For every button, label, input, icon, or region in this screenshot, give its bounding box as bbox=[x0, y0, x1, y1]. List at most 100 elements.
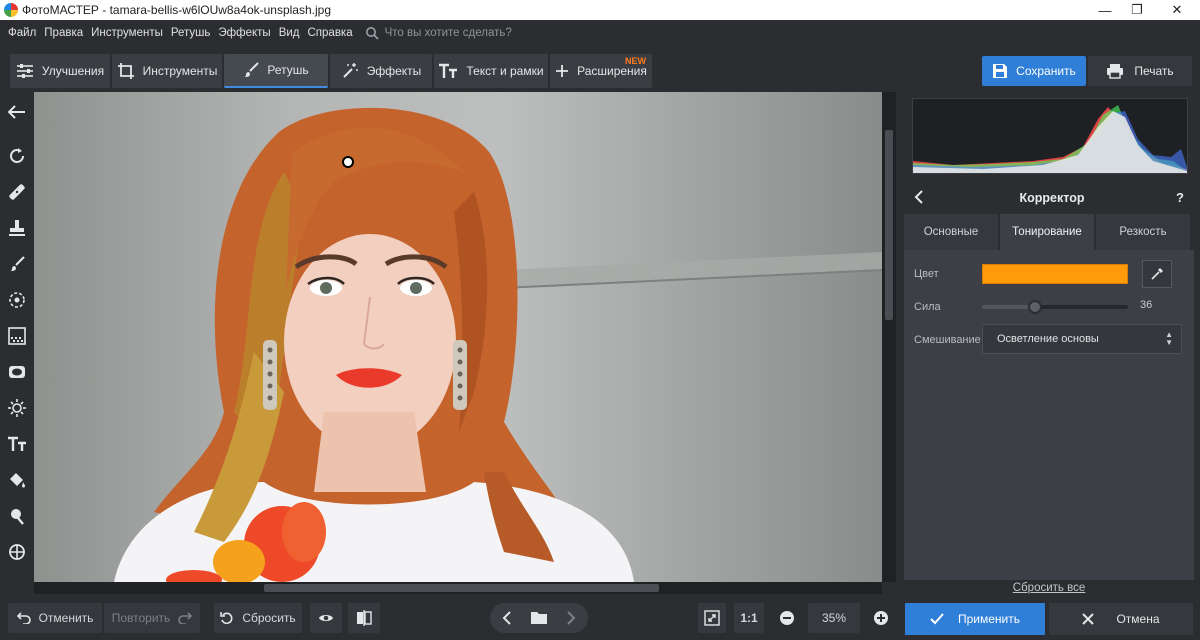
subtab-basic[interactable]: Основные bbox=[904, 214, 998, 250]
toning-settings: Цвет Сила 36 Смешивание Осветление основ… bbox=[904, 250, 1194, 580]
menu-view[interactable]: Вид bbox=[279, 27, 300, 39]
tab-label: Инструменты bbox=[142, 64, 218, 78]
menu-edit[interactable]: Правка bbox=[44, 27, 83, 39]
tab-extensions[interactable]: Расширения NEW bbox=[550, 54, 652, 88]
redo-button[interactable]: Повторить bbox=[104, 603, 200, 633]
tab-label: Расширения bbox=[577, 64, 647, 78]
zoom-actual-button[interactable]: 1:1 bbox=[734, 603, 764, 633]
vertical-scrollbar[interactable] bbox=[882, 92, 896, 582]
light-tool[interactable] bbox=[5, 396, 29, 420]
earring-left bbox=[263, 340, 277, 410]
chevron-right-icon[interactable] bbox=[566, 611, 576, 625]
strength-slider-knob[interactable] bbox=[1027, 300, 1042, 314]
zoom-level[interactable]: 35% bbox=[808, 603, 860, 633]
tab-label: Эффекты bbox=[366, 64, 422, 78]
menu-effects[interactable]: Эффекты bbox=[218, 27, 270, 39]
radial-tool[interactable] bbox=[5, 288, 29, 312]
vertical-scroll-thumb[interactable] bbox=[885, 130, 893, 320]
rotate-icon bbox=[10, 148, 24, 163]
gradient-tool[interactable] bbox=[5, 324, 29, 348]
zoom-out-button[interactable] bbox=[772, 603, 802, 633]
dodge-icon bbox=[11, 509, 24, 525]
undo-button[interactable]: Отменить bbox=[8, 603, 102, 633]
back-chevron-icon[interactable] bbox=[914, 190, 924, 204]
fit-to-screen-button[interactable] bbox=[698, 603, 726, 633]
cancel-button[interactable]: Отмена bbox=[1049, 603, 1193, 635]
horizontal-scroll-thumb[interactable] bbox=[264, 584, 659, 592]
folder-icon[interactable] bbox=[530, 611, 548, 625]
portrait-photo bbox=[114, 107, 882, 582]
crosshair-tool[interactable] bbox=[5, 540, 29, 564]
tab-tools[interactable]: Инструменты bbox=[112, 54, 222, 88]
horizontal-scrollbar[interactable] bbox=[34, 582, 882, 594]
photo-canvas[interactable] bbox=[34, 92, 882, 582]
tab-effects[interactable]: Эффекты bbox=[330, 54, 432, 88]
reset-icon bbox=[220, 612, 233, 625]
title-bar: ФотоМАСТЕР - tamara-bellis-w6lOUw8a4ok-u… bbox=[0, 0, 1200, 20]
tab-text-frames[interactable]: Текст и рамки bbox=[434, 54, 548, 88]
text-tool[interactable] bbox=[5, 432, 29, 456]
back-button[interactable] bbox=[5, 100, 29, 124]
color-swatch[interactable] bbox=[982, 264, 1128, 284]
rotate-tool[interactable] bbox=[5, 144, 29, 168]
subtab-sharpness[interactable]: Резкость bbox=[1096, 214, 1190, 250]
menu-file[interactable]: Файл bbox=[8, 27, 36, 39]
corrector-header: Корректор ? bbox=[904, 184, 1200, 212]
menu-bar: Файл Правка Инструменты Ретушь Эффекты В… bbox=[0, 20, 1200, 46]
subtab-toning[interactable]: Тонирование bbox=[1000, 214, 1094, 250]
gradient-icon bbox=[8, 327, 26, 345]
preview-toggle-button[interactable] bbox=[310, 603, 342, 633]
zoom-in-button[interactable] bbox=[866, 603, 896, 633]
reset-all-link[interactable]: Сбросить все bbox=[904, 582, 1194, 594]
vignette-icon bbox=[9, 366, 25, 378]
text-icon bbox=[439, 63, 458, 78]
strength-slider[interactable] bbox=[982, 300, 1128, 314]
earring-right bbox=[453, 340, 467, 410]
app-logo-icon bbox=[4, 3, 18, 17]
plus-icon bbox=[556, 65, 569, 77]
tab-retouch[interactable]: Ретушь bbox=[224, 54, 328, 88]
save-button[interactable]: Сохранить bbox=[982, 56, 1086, 86]
help-button[interactable]: ? bbox=[1176, 190, 1184, 205]
healing-tool[interactable] bbox=[5, 180, 29, 204]
reset-button[interactable]: Сбросить bbox=[214, 603, 302, 633]
print-button[interactable]: Печать bbox=[1088, 56, 1192, 86]
strength-slider-fill bbox=[982, 305, 1035, 309]
eyedropper-icon bbox=[1151, 268, 1163, 280]
search-placeholder: Что вы хотите сделать? bbox=[384, 27, 512, 39]
blend-mode-value: Осветление основы bbox=[997, 333, 1099, 345]
cancel-label: Отмена bbox=[1116, 612, 1160, 626]
close-window-button[interactable]: ✕ bbox=[1154, 0, 1200, 20]
tab-enhancements[interactable]: Улучшения bbox=[10, 54, 110, 88]
eyedropper-button[interactable] bbox=[1142, 260, 1172, 288]
menu-help[interactable]: Справка bbox=[308, 27, 353, 39]
select-arrows-icon: ▲ ▼ bbox=[1165, 330, 1173, 347]
magic-wand-icon bbox=[343, 63, 358, 78]
dodge-tool[interactable] bbox=[5, 504, 29, 528]
chevron-left-icon[interactable] bbox=[502, 611, 512, 625]
back-arrow-icon bbox=[8, 105, 25, 119]
floppy-disk-icon bbox=[993, 64, 1008, 78]
blend-mode-select[interactable]: Осветление основы ▲ ▼ bbox=[982, 324, 1182, 354]
menu-tools[interactable]: Инструменты bbox=[91, 27, 163, 39]
brush-tool[interactable] bbox=[5, 252, 29, 276]
apply-button[interactable]: Применить bbox=[905, 603, 1045, 635]
stamp-icon bbox=[9, 220, 25, 236]
fill-tool[interactable] bbox=[5, 468, 29, 492]
save-label: Сохранить bbox=[1016, 64, 1076, 78]
eye-icon bbox=[319, 615, 333, 621]
blend-label: Смешивание bbox=[914, 334, 981, 346]
crop-icon bbox=[117, 63, 134, 79]
compare-button[interactable] bbox=[348, 603, 380, 633]
fill-bucket-icon bbox=[10, 473, 25, 488]
new-badge: NEW bbox=[625, 56, 646, 66]
strength-label: Сила bbox=[914, 301, 941, 313]
reset-label: Сбросить bbox=[242, 611, 296, 625]
undo-icon bbox=[16, 612, 31, 624]
stamp-tool[interactable] bbox=[5, 216, 29, 240]
command-search[interactable]: Что вы хотите сделать? bbox=[365, 26, 512, 40]
brush-tool-icon bbox=[10, 256, 25, 271]
minus-circle-icon bbox=[780, 611, 794, 625]
vignette-tool[interactable] bbox=[5, 360, 29, 384]
menu-retouch[interactable]: Ретушь bbox=[171, 27, 211, 39]
